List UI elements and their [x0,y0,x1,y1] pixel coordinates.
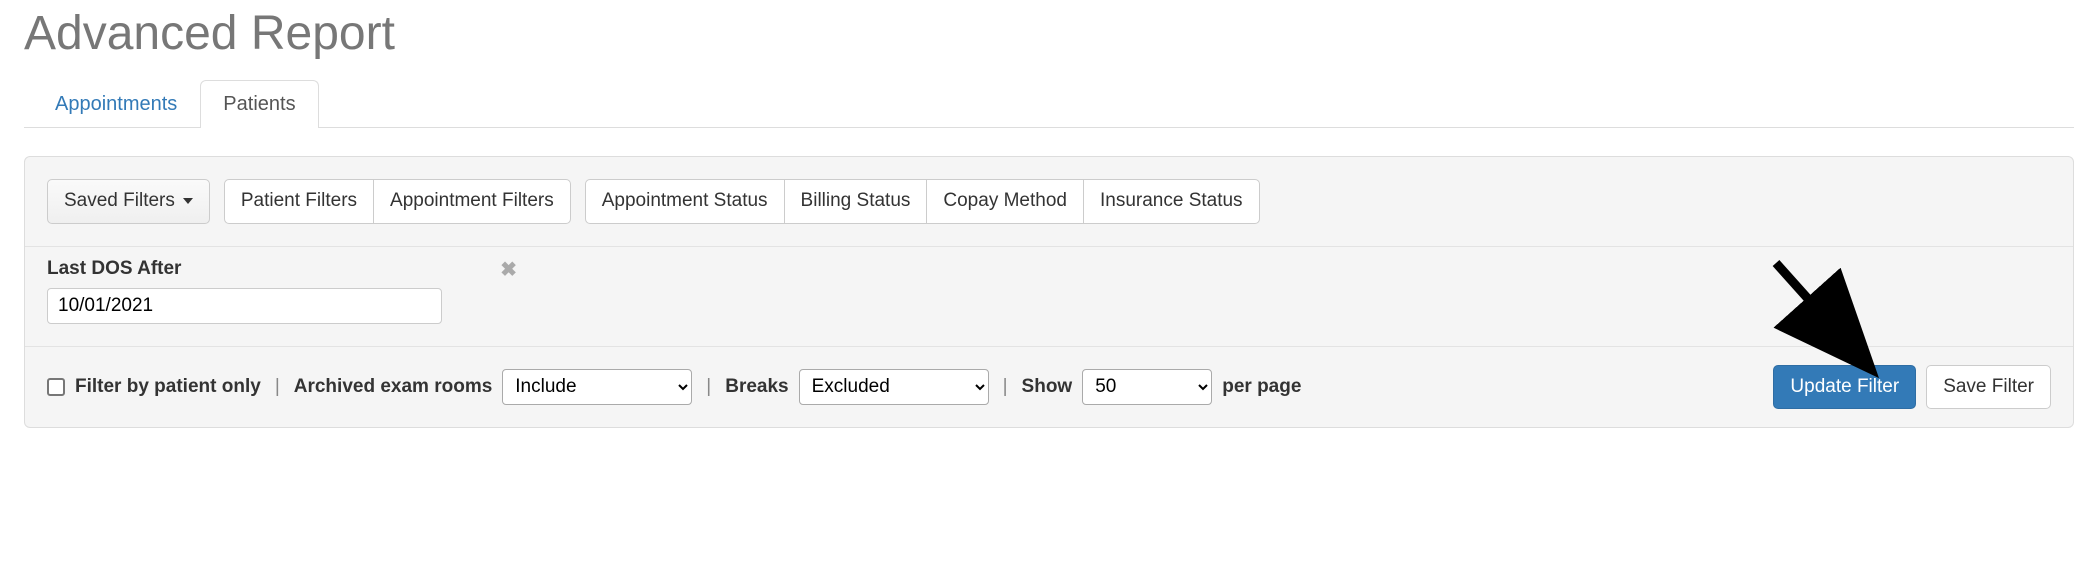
breaks-select[interactable]: ExcludedIncluded [799,369,989,405]
show-select[interactable]: 50100200 [1082,369,1212,405]
tab-appointments[interactable]: Appointments [32,80,200,128]
filter-by-patient-only-checkbox[interactable] [47,378,65,396]
divider: | [271,376,284,398]
billing-status-button[interactable]: Billing Status [784,179,928,224]
insurance-status-button[interactable]: Insurance Status [1083,179,1260,224]
appointment-filters-button[interactable]: Appointment Filters [373,179,571,224]
tabs: Appointments Patients [24,79,2074,128]
page: Advanced Report Appointments Patients Sa… [0,6,2098,428]
saved-filters-label: Saved Filters [64,188,175,215]
status-group: Appointment Status Billing Status Copay … [585,179,1260,224]
per-page-label: per page [1222,376,1301,398]
close-icon[interactable]: ✖ [500,257,517,282]
toolbar: Saved Filters Patient Filters Appointmen… [25,157,2073,246]
divider: | [999,376,1012,398]
filter-panel: Saved Filters Patient Filters Appointmen… [24,156,2074,428]
divider: | [702,376,715,398]
tab-patients[interactable]: Patients [200,80,318,128]
patient-filters-button[interactable]: Patient Filters [224,179,374,224]
bottom-bar: Filter by patient only | Archived exam r… [25,346,2073,428]
filter-last-dos-after: Last DOS After ✖ [47,257,517,324]
saved-filters-dropdown[interactable]: Saved Filters [47,179,210,224]
appointment-status-button[interactable]: Appointment Status [585,179,785,224]
archived-exam-rooms-label: Archived exam rooms [294,376,493,398]
last-dos-after-input[interactable] [47,288,442,324]
filter-by-patient-only-label: Filter by patient only [75,376,261,398]
filter-type-group: Patient Filters Appointment Filters [224,179,571,224]
page-title: Advanced Report [24,6,2074,61]
save-filter-button[interactable]: Save Filter [1926,365,2051,410]
filter-label: Last DOS After [47,258,181,280]
show-label: Show [1022,376,1073,398]
caret-down-icon [183,198,193,204]
update-filter-button[interactable]: Update Filter [1773,365,1916,410]
copay-method-button[interactable]: Copay Method [926,179,1084,224]
active-filters: Last DOS After ✖ [25,246,2073,346]
breaks-label: Breaks [725,376,788,398]
archived-exam-rooms-select[interactable]: IncludeExclude [502,369,692,405]
